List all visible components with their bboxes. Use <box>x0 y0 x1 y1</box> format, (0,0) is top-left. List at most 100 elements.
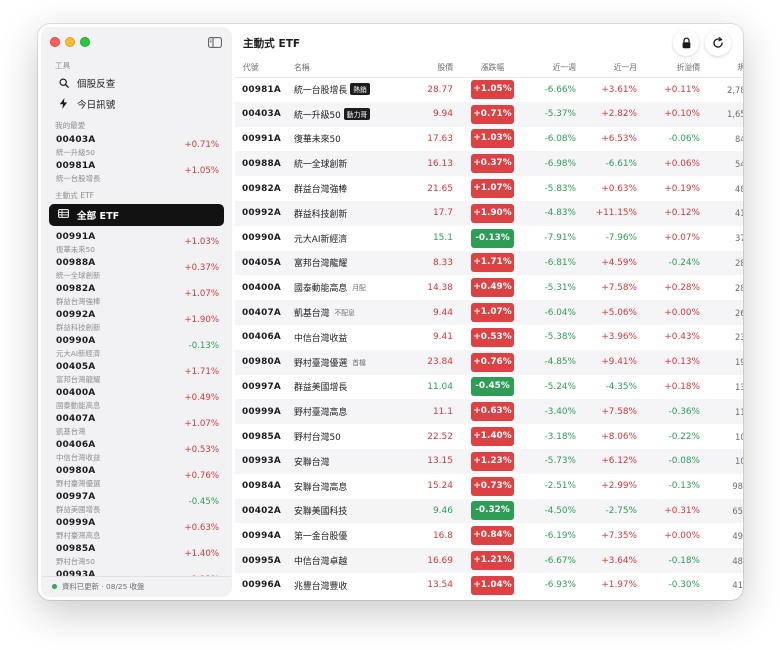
column-header-aum-cell[interactable]: 規模 <box>708 60 743 78</box>
change-badge: -0.13% <box>471 228 514 248</box>
cell-change: +1.40% <box>461 424 524 449</box>
cell-code: 00980A <box>235 349 294 375</box>
cell-month: +4.59% <box>584 250 645 276</box>
cell-month: +2.99% <box>601 481 637 492</box>
cell-aum: 133 億 <box>734 381 743 392</box>
column-header-change[interactable]: 漲跌幅 <box>461 60 524 78</box>
cell-aum: 65.0 億 <box>708 498 743 524</box>
column-header-month[interactable]: 近一月 <box>584 60 645 78</box>
table-row[interactable]: 00996A 兆豐台灣豐收 13.54 +1.04% -6.93% +1.97% -0.30… <box>235 573 743 598</box>
cell-aum: 49.0 億 <box>732 530 743 541</box>
sidebar-fund-item[interactable]: 00993A安聯台灣+1.23% <box>42 567 231 576</box>
sidebar-fund-item[interactable]: 00400A 國泰動能高息 +0.49% <box>42 385 231 411</box>
table-row[interactable]: 00405A 富邦台灣龍耀 8.33 +1.71% -6.81% +4.59% -0.24%… <box>235 250 743 276</box>
table-row[interactable]: 00999A 野村臺灣高息 11.1 +0.63% -3.40% +7.58% -0.36%… <box>235 399 743 425</box>
table-row[interactable]: 00994A 第一金台股優 16.8 +0.84% -6.19% +7.35% +0.00%… <box>235 523 743 548</box>
fund-code: 00982A <box>56 284 96 294</box>
lock-button[interactable] <box>673 30 699 56</box>
sidebar-fund-item[interactable]: 00406A 中信台灣收益 +0.53% <box>42 437 231 463</box>
cell-premium: +0.31% <box>645 498 708 524</box>
column-header-premium[interactable]: 折溢價 <box>645 60 708 78</box>
table-row[interactable]: 00995A 中信台灣卓越 16.69 +1.21% -6.67% +3.64% -0.18… <box>235 548 743 573</box>
window-controls <box>50 37 90 47</box>
sidebar-item-all-etf[interactable]: 全部 ETF <box>49 204 224 226</box>
cell-code: 00407A <box>235 300 294 325</box>
table-row[interactable]: 00990A 元大AI新經濟 15.1 -0.13% -7.91% -7.96% +0.07… <box>235 226 743 251</box>
sidebar-fund-item[interactable]: 00407A 凱基台灣 +1.07% <box>42 411 231 437</box>
sidebar-fund-item[interactable]: 00985A 野村台灣50 +1.40% <box>42 541 231 567</box>
table-row[interactable]: 00984A 安聯台灣高息 15.24 +0.73% -2.51% +2.99% -0.13… <box>235 474 743 499</box>
cell-premium: -0.08% <box>645 448 708 474</box>
sidebar-fund-item[interactable]: 00999A 野村臺灣高息 +0.63% <box>42 515 231 541</box>
fund-code: 00400A <box>56 388 96 398</box>
etf-table: 代號 名稱 股價 漲跌幅 近一週 近一月 折溢價 規模 00981A 統一台股增長… <box>235 60 743 598</box>
sidebar-scroll[interactable]: 工具 個股反查 今日訊號 我的最愛 00403A 統一升級50 +0.71% 0098… <box>42 60 231 576</box>
fund-name: 野村臺灣高息 <box>56 531 101 540</box>
close-window-button[interactable] <box>50 37 60 47</box>
sidebar-item-stock-lookup[interactable]: 個股反查 <box>42 72 231 93</box>
table-row[interactable]: 00985A 野村台灣50 22.52 +1.40% -3.18% +8.06% -0.22… <box>235 424 743 449</box>
column-header-week[interactable]: 近一週 <box>524 60 584 78</box>
cell-aum: 48.0 億 <box>708 548 743 573</box>
tag-badge: 首檔 <box>352 358 366 367</box>
sidebar-fund-item[interactable]: 00981A 統一台股增長 +1.05% <box>42 158 231 184</box>
table-row[interactable]: 00991A 復華未來50 17.63 +1.03% -6.08% +6.53% -0.06… <box>235 127 743 152</box>
sidebar-fund-item[interactable]: 00992A 群益科技創新 +1.90% <box>42 307 231 333</box>
change-badge: +1.05% <box>471 80 514 100</box>
cell-change: -0.13% <box>461 226 524 251</box>
fund-name: 統一台股增長 <box>56 174 101 183</box>
column-header-code[interactable]: 代號 <box>235 60 294 78</box>
table-row[interactable]: 00403A 統一升級50 動力哥 9.94 +0.71% -5.37% +2.82% +0.… <box>235 101 743 127</box>
table-row[interactable]: 00988A 統一全球創新 16.13 +0.37% -6.98% -6.61% +0.06… <box>235 151 743 177</box>
cell-premium: -0.22% <box>668 431 700 442</box>
table-row[interactable]: 00982A 群益台灣強棒 21.65 +1.07% -5.83% +0.63% +0.19… <box>235 176 743 201</box>
section-label-active-etf: 主動式 ETF <box>55 191 94 200</box>
change-badge: -0.45% <box>471 377 514 397</box>
minimize-window-button[interactable] <box>65 37 75 47</box>
sidebar-fund-item[interactable]: 00980A 野村臺灣優選 +0.76% <box>42 463 231 489</box>
cell-name-container: 兆豐台灣豐收 <box>294 573 403 598</box>
sidebar-item-today-signals[interactable]: 今日訊號 <box>42 93 231 114</box>
cell-code: 00990A <box>242 233 281 244</box>
cell-name-container: 群益美國增長 <box>294 375 403 400</box>
sidebar-toggle-icon[interactable] <box>208 37 222 48</box>
table-row[interactable]: 00981A 統一台股增長 熱銷 28.77 +1.05% -6.66% +3.61% +0.… <box>235 77 743 102</box>
column-header-name[interactable]: 名稱 <box>294 60 403 78</box>
fund-change: +1.07% <box>184 419 219 429</box>
fund-name: 群益美國增長 <box>56 505 101 514</box>
cell-month: +0.63% <box>601 183 637 194</box>
table-row[interactable]: 00980A 野村臺灣優選 首檔 23.84 +0.76% -4.85% +9.41% +0.… <box>235 349 743 375</box>
table-row[interactable]: 00992A 群益科技創新 17.7 +1.90% -4.83% +11.15% +0.12… <box>235 200 743 226</box>
column-header-price[interactable]: 股價 <box>403 60 461 78</box>
cell-month: +11.15% <box>584 200 645 226</box>
cell-price: 16.13 <box>403 151 461 177</box>
sidebar-fund-item[interactable]: 00982A 群益台灣強棒 +1.07% <box>42 281 231 307</box>
cell-aum: 116 億 <box>708 399 743 425</box>
cell-month: +9.41% <box>584 349 645 375</box>
sidebar-fund-item[interactable]: 00990A 元大AI新經濟 -0.13% <box>42 333 231 359</box>
zoom-window-button[interactable] <box>80 37 90 47</box>
sidebar-fund-item[interactable]: 00997A 群益美國增長 -0.45% <box>42 489 231 515</box>
change-badge: +0.76% <box>471 352 514 372</box>
table-row[interactable]: 00997A 群益美國增長 11.04 -0.45% -5.24% -4.35% +0.18… <box>235 375 743 400</box>
sidebar-fund-item[interactable]: 00405A 富邦台灣龍耀 +1.71% <box>42 359 231 385</box>
cell-premium: -0.36% <box>645 399 708 425</box>
cell-code: 00981A <box>242 84 281 95</box>
cell-name: 安聯台灣 <box>294 457 330 468</box>
sidebar-fund-item[interactable]: 00988A 統一全球創新 +0.37% <box>42 255 231 281</box>
table-row[interactable]: 00406A 中信台灣收益 9.41 +0.53% -5.38% +3.96% +0.43%… <box>235 325 743 350</box>
table-row[interactable]: 00402A 安聯美國科技 9.46 -0.32% -4.50% -2.75% +0.31%… <box>235 498 743 524</box>
cell-change: +1.90% <box>461 200 524 226</box>
sidebar-fund-item[interactable]: 00991A 復華未來50 +1.03% <box>42 229 231 255</box>
cell-name: 富邦台灣龍耀 <box>294 259 348 270</box>
sidebar-fund-item[interactable]: 00403A 統一升級50 +0.71% <box>42 132 231 158</box>
refresh-button[interactable] <box>705 30 731 56</box>
cell-month: +3.64% <box>584 548 645 573</box>
table-row[interactable]: 00993A 安聯台灣 13.15 +1.23% -5.73% +6.12% -0.08% 1… <box>235 448 743 474</box>
cell-code: 00985A <box>242 431 281 442</box>
cell-price: 9.44 <box>403 300 461 325</box>
cell-code: 00993A <box>235 448 294 474</box>
table-row[interactable]: 00407A 凱基台灣 不配息 9.44 +1.07% -6.04% +5.06% +0.00… <box>235 300 743 325</box>
table-row[interactable]: 00400A 國泰動能高息 月配 14.38 +0.49% -5.31% +7.58% +0.… <box>235 275 743 300</box>
cell-week: -3.40% <box>524 399 584 425</box>
